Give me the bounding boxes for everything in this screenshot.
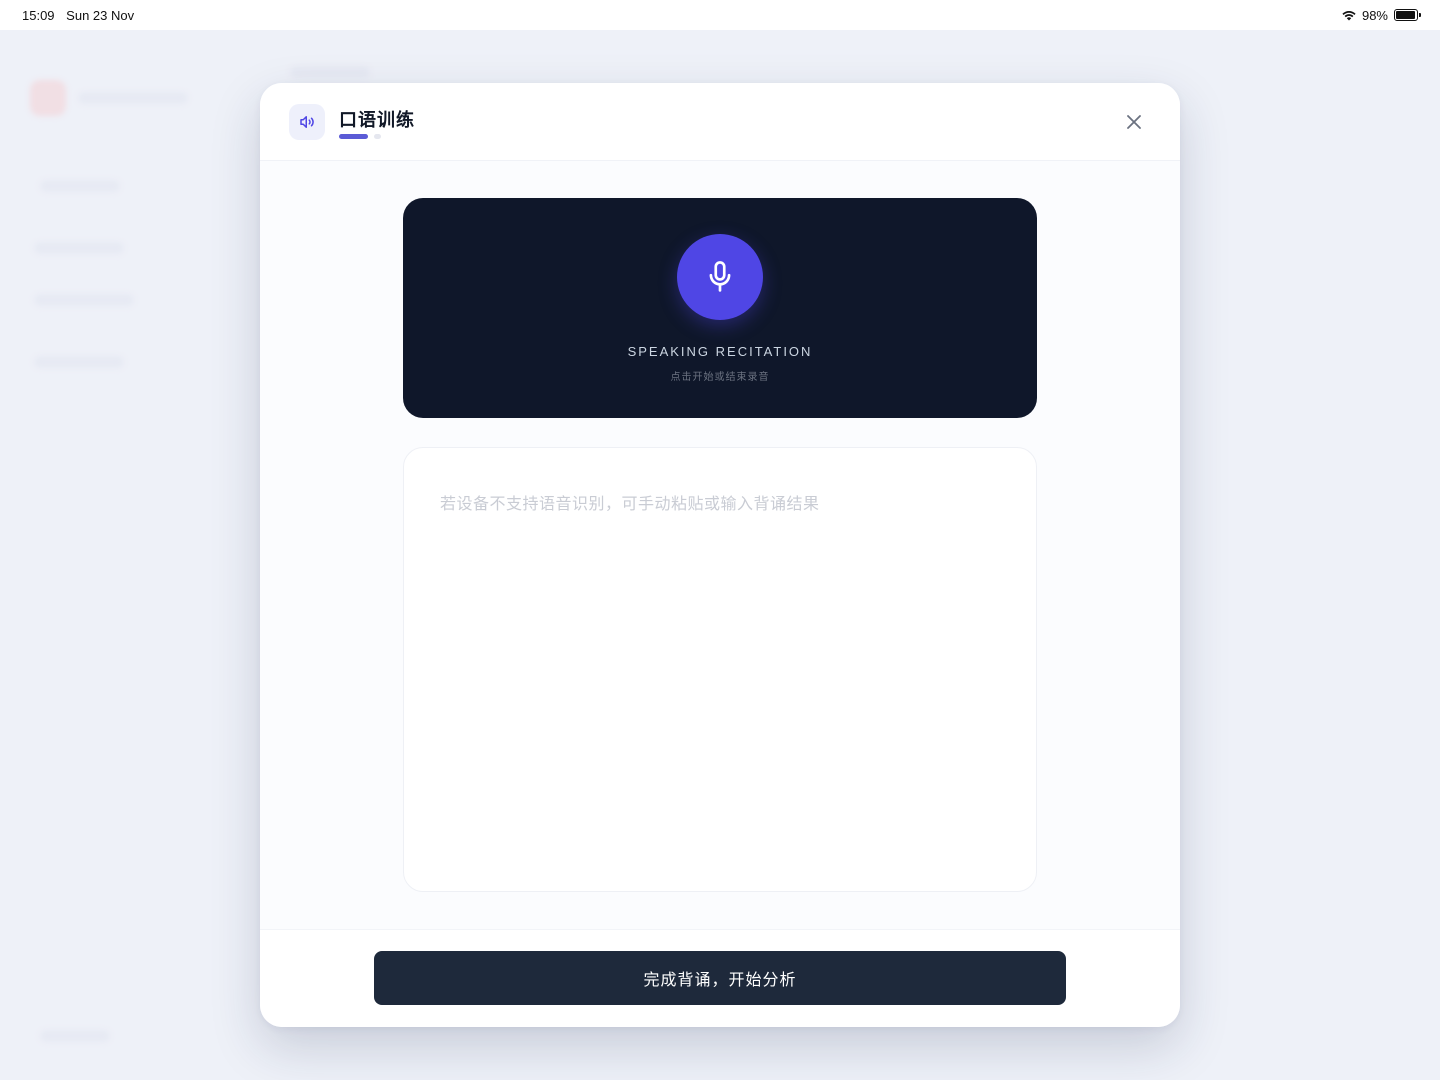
status-right: 98% — [1342, 7, 1421, 23]
recorder-title: SPEAKING RECITATION — [627, 344, 813, 359]
record-button[interactable] — [677, 234, 763, 320]
modal-footer: 完成背诵，开始分析 — [260, 929, 1180, 1027]
close-icon — [1127, 115, 1141, 129]
close-button[interactable] — [1122, 110, 1146, 134]
recorder-subtitle: 点击开始或结束录音 — [670, 372, 770, 383]
battery-icon — [1394, 9, 1421, 21]
wifi-icon — [1342, 10, 1356, 20]
microphone-icon — [709, 261, 731, 292]
modal-header: 口语训练 — [260, 83, 1180, 161]
speaker-icon — [300, 116, 314, 128]
status-bar: 15:09 Sun 23 Nov 98% — [0, 0, 1440, 30]
header-icon-badge — [289, 104, 325, 140]
speaking-practice-modal: 口语训练 SPEAKING RECITATION 点击开始或结束录音 完成背诵，… — [260, 83, 1180, 1027]
status-date: Sun 23 Nov — [66, 7, 135, 23]
modal-title: 口语训练 — [339, 110, 415, 130]
finish-and-analyze-button[interactable]: 完成背诵，开始分析 — [374, 951, 1066, 1005]
step-dot — [374, 134, 381, 139]
recitation-result-input[interactable] — [404, 448, 1036, 891]
recorder-card: SPEAKING RECITATION 点击开始或结束录音 — [403, 198, 1037, 418]
result-textarea-container — [403, 447, 1037, 892]
status-time: 15:09 — [22, 7, 55, 23]
status-left: 15:09 Sun 23 Nov — [22, 8, 142, 23]
step-dot-active — [339, 134, 368, 139]
battery-percent: 98% — [1361, 7, 1388, 23]
step-indicator — [339, 134, 381, 139]
